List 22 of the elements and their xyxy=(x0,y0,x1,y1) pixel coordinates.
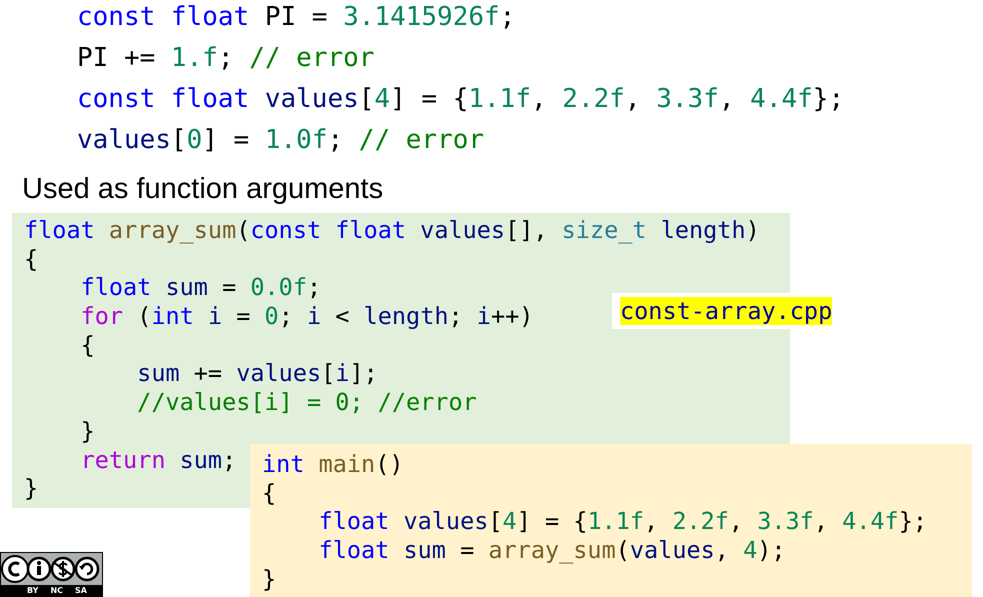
code-line: float sum = array_sum(values, 4); xyxy=(318,536,786,565)
code-line: } xyxy=(80,416,95,446)
section-heading: Used as function arguments xyxy=(22,172,384,207)
license-labels: BY NC SA xyxy=(1,585,102,596)
filename-label: const-array.cpp xyxy=(620,297,832,325)
code-line: values[0] = 1.0f; // error xyxy=(77,124,484,157)
code-line: { xyxy=(24,244,38,274)
code-line: } xyxy=(24,474,38,503)
code-line: int main() xyxy=(262,450,404,479)
code-line: sum += values[i]; xyxy=(136,359,378,388)
code-line: { xyxy=(262,478,276,508)
code-line: //values[i] = 0; //error xyxy=(136,388,477,417)
code-line: return sum; xyxy=(80,446,236,474)
code-line: } xyxy=(262,564,276,594)
code-line: const float PI = 3.1415926f; xyxy=(77,1,516,34)
code-line: { xyxy=(80,330,95,360)
code-line: for (int i = 0; i < length; i++) xyxy=(80,302,534,331)
code-line: PI += 1.f; // error xyxy=(77,42,374,75)
code-line: float array_sum(const float values[], size_t length) xyxy=(24,216,760,245)
code-line: float values[4] = {1.1f, 2.2f, 3.3f, 4.4f}; xyxy=(318,507,927,536)
code-line: float sum = 0.0f; xyxy=(80,273,322,302)
code-line: const float values[4] = {1.1f, 2.2f, 3.3f, 4.4f}; xyxy=(77,83,844,116)
